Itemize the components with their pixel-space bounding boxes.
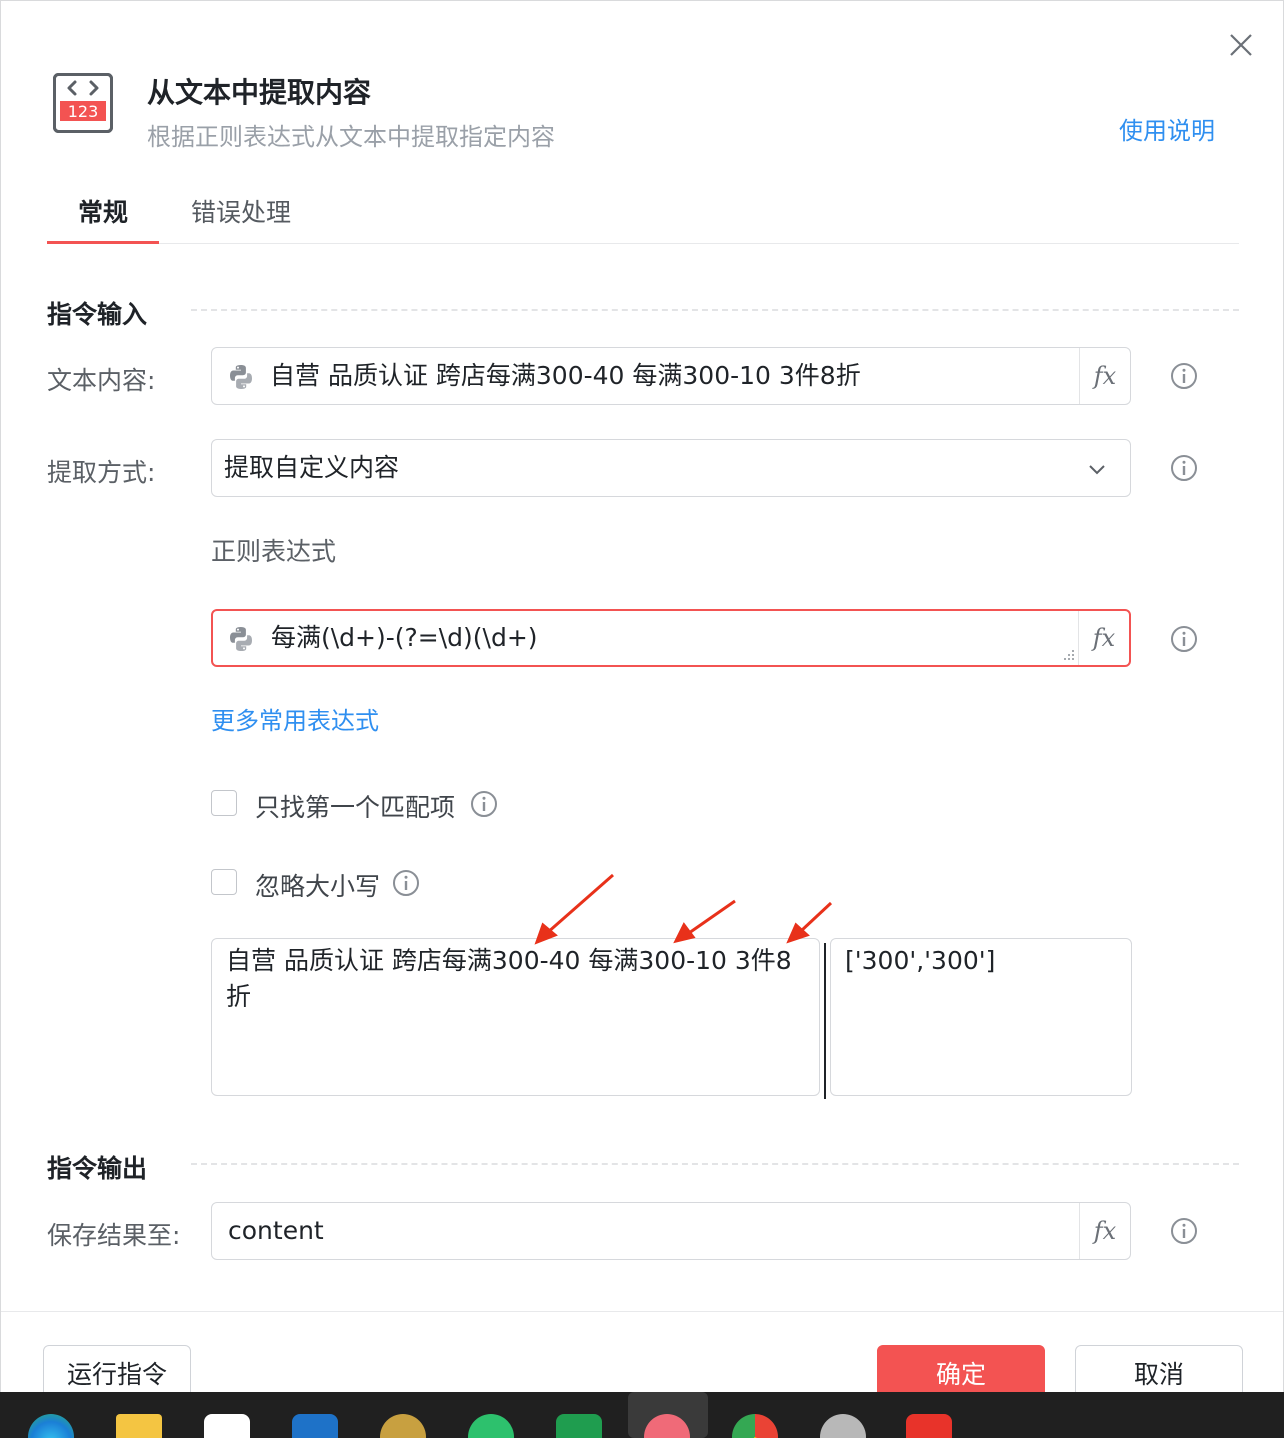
- tab-bar: 常规 错误处理: [47, 191, 1239, 244]
- info-icon[interactable]: [1170, 1217, 1198, 1245]
- help-link[interactable]: 使用说明: [1119, 111, 1215, 146]
- fx-button[interactable]: fx: [1079, 348, 1130, 404]
- save-to-value: content: [228, 1216, 324, 1245]
- fx-button[interactable]: fx: [1079, 1203, 1130, 1259]
- wechat-icon[interactable]: [468, 1414, 514, 1438]
- extract-mode-value: 提取自定义内容: [224, 453, 400, 482]
- fx-button[interactable]: fx: [1078, 611, 1129, 665]
- python-icon: [230, 365, 252, 389]
- annotation-arrows: [534, 873, 833, 945]
- section-divider: [191, 1163, 1239, 1165]
- output-section-heading: 指令输出: [47, 1154, 148, 1183]
- chrome-icon[interactable]: [732, 1414, 778, 1438]
- wps-icon[interactable]: [906, 1414, 952, 1438]
- test-input-textarea[interactable]: 自营 品质认证 跨店每满300-40 每满300-10 3件8折: [211, 938, 820, 1096]
- file-explorer-icon[interactable]: [116, 1414, 162, 1438]
- first-match-label[interactable]: 只找第一个匹配项: [255, 788, 455, 824]
- app-icon-number: 123: [67, 102, 99, 121]
- cancel-button[interactable]: 取消: [1075, 1345, 1243, 1392]
- section-divider: [191, 309, 1239, 311]
- extract-mode-select[interactable]: 提取自定义内容: [211, 439, 1131, 497]
- dialog-subtitle: 根据正则表达式从文本中提取指定内容: [147, 123, 555, 151]
- app-icon[interactable]: [820, 1414, 866, 1438]
- app-icon[interactable]: [380, 1414, 426, 1438]
- ignore-case-label[interactable]: 忽略大小写: [255, 867, 380, 903]
- ok-button[interactable]: 确定: [877, 1345, 1045, 1392]
- info-icon[interactable]: [1170, 362, 1198, 390]
- test-output-textarea[interactable]: ['300','300']: [830, 938, 1132, 1096]
- text-content-label: 文本内容:: [47, 366, 156, 395]
- input-section-heading: 指令输入: [47, 300, 148, 329]
- text-content-value: 自营 品质认证 跨店每满300-40 每满300-10 3件8折: [270, 361, 861, 390]
- tab-error-handling[interactable]: 错误处理: [177, 191, 305, 241]
- footer-divider: [1, 1311, 1283, 1312]
- ignore-case-checkbox[interactable]: [211, 869, 237, 895]
- app-icon[interactable]: [556, 1414, 602, 1438]
- extract-content-dialog: 123 从文本中提取内容 根据正则表达式从文本中提取指定内容 使用说明 常规 错…: [0, 0, 1284, 1392]
- store-icon[interactable]: [204, 1414, 250, 1438]
- info-icon[interactable]: [470, 790, 498, 818]
- dialog-title: 从文本中提取内容: [147, 76, 372, 109]
- save-to-label: 保存结果至:: [47, 1221, 181, 1250]
- info-icon[interactable]: [392, 869, 420, 897]
- first-match-checkbox[interactable]: [211, 790, 237, 816]
- regex-label: 正则表达式: [211, 537, 337, 566]
- info-icon[interactable]: [1170, 625, 1198, 653]
- text-cursor: [824, 943, 826, 1099]
- more-expressions-link[interactable]: 更多常用表达式: [211, 701, 379, 736]
- resize-handle-icon[interactable]: [1063, 649, 1075, 661]
- close-icon[interactable]: [1225, 29, 1257, 61]
- tab-general[interactable]: 常规: [47, 191, 159, 244]
- taskbar: [0, 1392, 1284, 1438]
- edge-icon[interactable]: [28, 1414, 74, 1438]
- regex-field[interactable]: 每满(\d+)-(?=\d)(\d+) fx: [211, 609, 1131, 667]
- save-to-field[interactable]: content fx: [211, 1202, 1131, 1260]
- regex-value: 每满(\d+)-(?=\d)(\d+): [271, 623, 538, 652]
- info-icon[interactable]: [1170, 454, 1198, 482]
- extract-mode-label: 提取方式:: [47, 458, 156, 487]
- python-icon: [230, 627, 252, 651]
- run-command-button[interactable]: 运行指令: [43, 1345, 191, 1392]
- mail-icon[interactable]: [292, 1414, 338, 1438]
- chevron-down-icon: [1089, 465, 1105, 475]
- text-content-field[interactable]: 自营 品质认证 跨店每满300-40 每满300-10 3件8折 fx: [211, 347, 1131, 405]
